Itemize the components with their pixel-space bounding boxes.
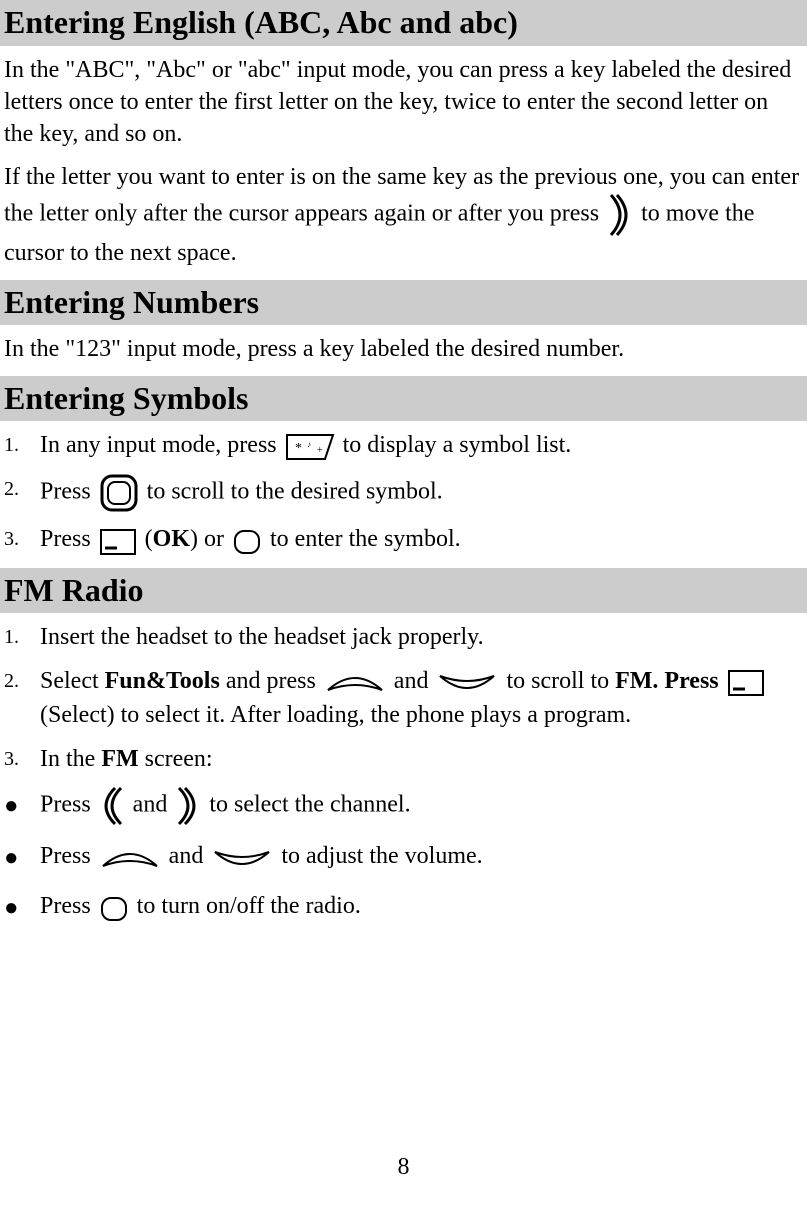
svg-text:*: * [295,441,302,456]
text: to scroll to the desired symbol. [147,479,443,505]
text [719,668,725,694]
list-item: ● Press and to select the channel [4,786,807,826]
text: Press [40,479,97,505]
text: and [169,843,210,869]
list-item: 2. Select Fun&Tools and press and to scr… [4,665,807,733]
text: to select the channel. [209,792,410,818]
star-key-icon: * ♪ + [285,430,335,464]
right-paren-key-icon [607,193,633,237]
list-item: ● Press to turn on/off the radio. [4,888,807,925]
left-softkey-icon [727,666,765,700]
text-bold: FM. Press [615,668,719,694]
list-content: Press and to adjust the volume. [40,838,807,875]
list-content: Select Fun&Tools and press and to scroll… [40,665,807,733]
list-number: 3. [4,743,40,772]
list-content: Press and to select the channel. [40,786,807,826]
text: to display a symbol list. [343,432,572,458]
list-content: Insert the headset to the headset jack p… [40,621,807,655]
section-header-english: Entering English (ABC, Abc and abc) [0,0,807,46]
up-key-icon [99,840,161,876]
list-number: 2. [4,473,40,502]
up-key-icon [324,666,386,700]
bullet-icon: ● [4,888,40,920]
nav-ring-icon [99,473,139,513]
bullet-icon: ● [4,786,40,818]
para-english-2: If the letter you want to enter is on th… [0,161,807,280]
text: Press [40,526,97,552]
down-key-icon [211,840,273,876]
list-item: 3. Press (OK) or to enter the symbol. [4,523,807,557]
right-paren-key-icon [175,786,201,826]
section-header-numbers: Entering Numbers [0,280,807,326]
text-bold: OK [153,526,190,552]
text: and [133,792,174,818]
svg-text:+: + [317,445,323,456]
list-content: In any input mode, press * ♪ + to displa… [40,429,807,463]
list-number: 1. [4,429,40,458]
text: Press [40,792,97,818]
text-bold: FM [101,746,138,772]
text: In any input mode, press [40,432,283,458]
section-header-symbols: Entering Symbols [0,376,807,422]
fm-bullets: ● Press and to select the channel [0,786,807,925]
list-item: 2. Press to scroll to the desired symbol… [4,473,807,513]
bullet-icon: ● [4,838,40,870]
text: (Select) to select it. After loading, th… [40,702,631,728]
text: screen: [139,746,213,772]
text: ) or [190,526,230,552]
text: to scroll to [506,668,615,694]
list-content: Press (OK) or to enter the symbol. [40,523,807,557]
list-item: ● Press and to adjust the volume. [4,838,807,875]
section-header-fm: FM Radio [0,568,807,614]
left-paren-key-icon [99,786,125,826]
list-item: 3. In the FM screen: [4,743,807,777]
fm-list: 1. Insert the headset to the headset jac… [0,621,807,776]
list-number: 3. [4,523,40,552]
text: to adjust the volume. [281,843,482,869]
text: to enter the symbol. [270,526,461,552]
text-bold: Fun&Tools [105,668,220,694]
list-content: Press to turn on/off the radio. [40,888,807,925]
list-number: 2. [4,665,40,694]
text: to turn on/off the radio. [137,893,361,919]
text: Press [40,843,97,869]
text: and press [220,668,322,694]
left-softkey-icon [99,524,137,558]
center-key-icon [99,889,129,925]
text: Press [40,893,97,919]
text: In the [40,746,101,772]
list-item: 1. Insert the headset to the headset jac… [4,621,807,655]
list-content: Press to scroll to the desired symbol. [40,473,807,513]
text: Select [40,668,105,694]
para-english-1: In the "ABC", "Abc" or "abc" input mode,… [0,54,807,161]
document-page: Entering English (ABC, Abc and abc) In t… [0,0,807,925]
para-numbers: In the "123" input mode, press a key lab… [0,333,807,375]
list-content: In the FM screen: [40,743,807,777]
list-number: 1. [4,621,40,650]
center-key-icon [232,524,262,558]
page-number: 8 [0,1152,807,1183]
down-key-icon [436,666,498,700]
text: and [394,668,435,694]
symbols-list: 1. In any input mode, press * ♪ + to dis… [0,429,807,558]
text: ( [145,526,153,552]
list-item: 1. In any input mode, press * ♪ + to dis… [4,429,807,463]
svg-text:♪: ♪ [307,440,311,449]
